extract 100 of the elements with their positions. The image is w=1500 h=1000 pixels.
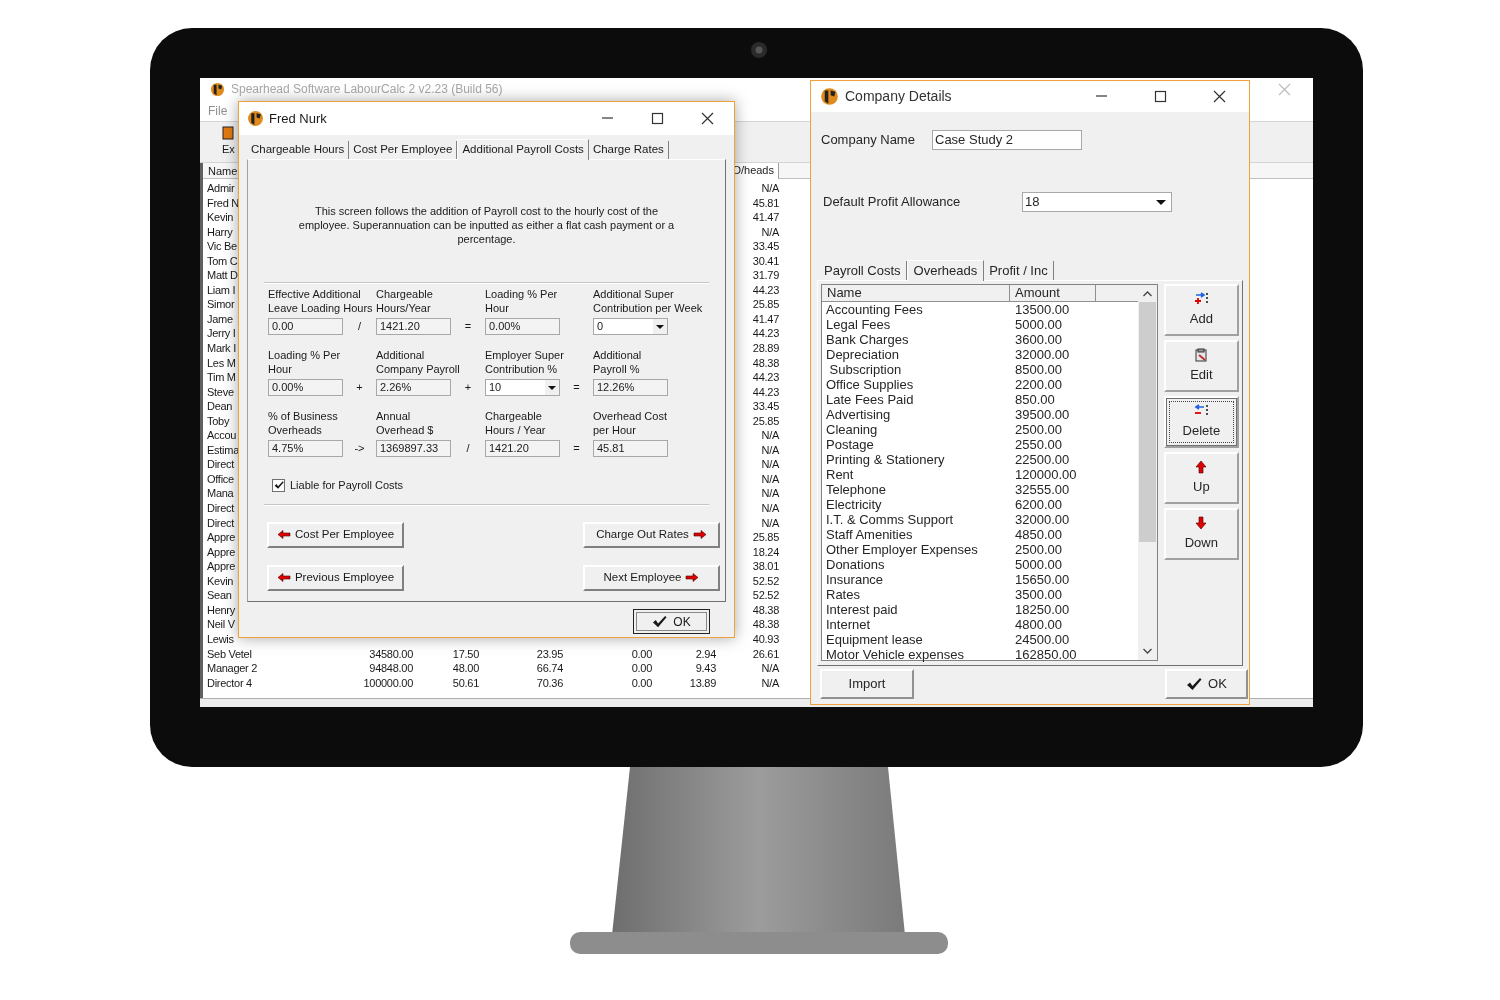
list-cell[interactable]: 24500.00: [1010, 632, 1096, 647]
remove-row-icon: [1194, 403, 1209, 418]
input-field[interactable]: 2.26%: [376, 379, 451, 396]
list-cell[interactable]: 32555.00: [1010, 482, 1096, 497]
list-cell[interactable]: Interest paid: [822, 602, 1010, 617]
dropdown-field[interactable]: 18: [1022, 192, 1172, 212]
list-cell[interactable]: Donations: [822, 557, 1010, 572]
list-cell[interactable]: 3600.00: [1010, 332, 1096, 347]
list-cell[interactable]: 2500.00: [1010, 422, 1096, 437]
list-cell[interactable]: Rates: [822, 587, 1010, 602]
input-field[interactable]: 0.00: [268, 318, 343, 335]
list-cell[interactable]: Equipment lease: [822, 632, 1010, 647]
list-cell[interactable]: Electricity: [822, 497, 1010, 512]
list-cell[interactable]: Cleaning: [822, 422, 1010, 437]
input-field[interactable]: 45.81: [593, 440, 668, 457]
dropdown-field[interactable]: 0: [593, 318, 668, 335]
input-field[interactable]: Case Study 2: [932, 130, 1082, 150]
import-button[interactable]: Import: [820, 669, 914, 699]
list-cell[interactable]: Subscription: [822, 362, 1010, 377]
list-cell[interactable]: 5000.00: [1010, 317, 1096, 332]
side-button[interactable]: Add: [1163, 284, 1239, 336]
list-cell[interactable]: 39500.00: [1010, 407, 1096, 422]
list-cell[interactable]: 2550.00: [1010, 437, 1096, 452]
list-cell[interactable]: I.T. & Comms Support: [822, 512, 1010, 527]
list-cell[interactable]: Telephone: [822, 482, 1010, 497]
maximize-icon[interactable]: [651, 112, 664, 125]
scrollbar[interactable]: [1137, 285, 1157, 660]
input-field[interactable]: 12.26%: [593, 379, 668, 396]
list-cell[interactable]: 162850.00: [1010, 647, 1096, 662]
table-cell-text: Tom C: [206, 253, 238, 269]
tab[interactable]: Charge Rates: [588, 141, 669, 159]
column-header[interactable]: Name: [822, 285, 1010, 302]
table-cell-text: Accou: [206, 428, 237, 443]
list-cell[interactable]: 850.00: [1010, 392, 1096, 407]
column-header[interactable]: Amount: [1010, 285, 1096, 302]
list-cell[interactable]: Late Fees Paid: [822, 392, 1010, 407]
list-cell[interactable]: Insurance: [822, 572, 1010, 587]
list-cell[interactable]: 32000.00: [1010, 512, 1096, 527]
input-field[interactable]: 0.00%: [268, 379, 343, 396]
nav-button[interactable]: Previous Employee: [267, 564, 404, 591]
tab[interactable]: Additional Payroll Costs: [457, 139, 589, 160]
input-field[interactable]: 1421.20: [485, 440, 560, 457]
side-button[interactable]: Down: [1163, 508, 1239, 560]
input-field[interactable]: 4.75%: [268, 440, 343, 457]
checkbox-label[interactable]: Liable for Payroll Costs: [290, 477, 404, 494]
list-cell[interactable]: Accounting Fees: [822, 302, 1010, 317]
ok-button[interactable]: OK: [1165, 669, 1248, 699]
list-cell[interactable]: 4850.00: [1010, 527, 1096, 542]
maximize-icon[interactable]: [1154, 90, 1167, 103]
close-icon[interactable]: [701, 112, 714, 125]
list-cell[interactable]: Legal Fees: [822, 317, 1010, 332]
list-cell[interactable]: Other Employer Expenses: [822, 542, 1010, 557]
list-cell[interactable]: 2200.00: [1010, 377, 1096, 392]
list-cell[interactable]: 32000.00: [1010, 347, 1096, 362]
list-cell[interactable]: 5000.00: [1010, 557, 1096, 572]
input-field[interactable]: 1369897.33: [376, 440, 451, 457]
table-cell-text: 94848.00: [368, 661, 413, 676]
tab[interactable]: Overheads: [906, 260, 985, 281]
list-cell[interactable]: 3500.00: [1010, 587, 1096, 602]
table-cell-text: 70.36: [535, 675, 563, 691]
list-cell[interactable]: 120000.00: [1010, 467, 1096, 482]
list-cell[interactable]: 13500.00: [1010, 302, 1096, 317]
list-cell[interactable]: Printing & Stationery: [822, 452, 1010, 467]
list-cell[interactable]: Postage: [822, 437, 1010, 452]
list-cell[interactable]: 4800.00: [1010, 617, 1096, 632]
input-field[interactable]: 0.00%: [485, 318, 560, 335]
nav-button[interactable]: Charge Out Rates: [583, 521, 720, 548]
dropdown-field[interactable]: 10: [485, 379, 560, 396]
list-cell[interactable]: Depreciation: [822, 347, 1010, 362]
list-cell[interactable]: Staff Amenities: [822, 527, 1010, 542]
toolbar-button[interactable]: Ex: [222, 126, 235, 158]
list-cell[interactable]: Bank Charges: [822, 332, 1010, 347]
list-cell[interactable]: Motor Vehicle expenses: [822, 647, 1010, 662]
table-cell-text: Les M: [206, 355, 236, 371]
list-cell[interactable]: Internet: [822, 617, 1010, 632]
list-cell[interactable]: Advertising: [822, 407, 1010, 422]
list-cell[interactable]: 8500.00: [1010, 362, 1096, 377]
side-button[interactable]: Up: [1163, 452, 1239, 504]
field-label: Annual Overhead $: [376, 410, 434, 438]
list-cell[interactable]: 18250.00: [1010, 602, 1096, 617]
down-arrow-icon: [1194, 515, 1209, 530]
field-label: % of Business Overheads: [268, 410, 338, 438]
list-cell[interactable]: 15650.00: [1010, 572, 1096, 587]
scrollbar-thumb[interactable]: [1138, 302, 1156, 542]
tab[interactable]: Payroll Costs: [819, 261, 907, 280]
list-cell[interactable]: Office Supplies: [822, 377, 1010, 392]
side-button[interactable]: Edit: [1163, 340, 1239, 392]
list-cell[interactable]: 6200.00: [1010, 497, 1096, 512]
ok-button[interactable]: OK: [633, 609, 710, 634]
side-button[interactable]: Delete: [1163, 396, 1239, 448]
list-cell[interactable]: 2500.00: [1010, 542, 1096, 557]
input-field[interactable]: 1421.20: [376, 318, 451, 335]
list-cell[interactable]: Rent: [822, 467, 1010, 482]
tab[interactable]: Profit / Inc: [984, 261, 1054, 280]
close-icon[interactable]: [1213, 90, 1226, 103]
checkbox[interactable]: [272, 478, 285, 492]
nav-button[interactable]: Cost Per Employee: [267, 521, 404, 548]
nav-button[interactable]: Next Employee: [583, 564, 720, 591]
tab[interactable]: Chargeable Hours: [247, 141, 350, 159]
list-cell[interactable]: 22500.00: [1010, 452, 1096, 467]
